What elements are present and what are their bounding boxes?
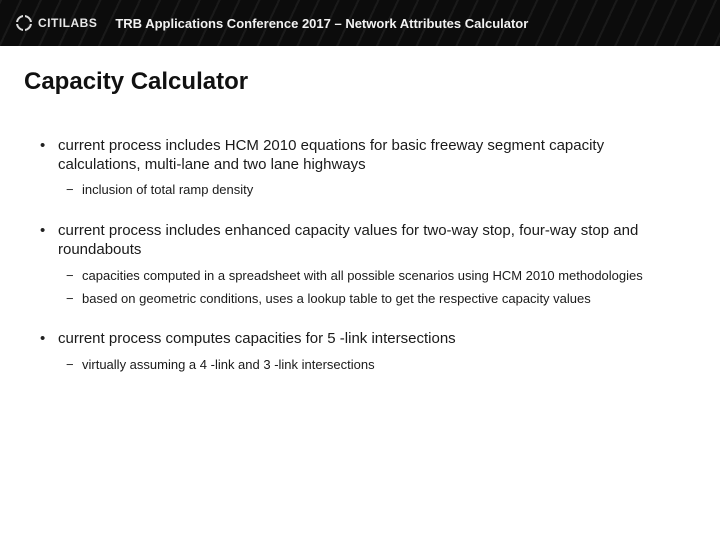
- brand-logo: CITILABS: [16, 15, 97, 31]
- list-item: virtually assuming a 4 -link and 3 -link…: [82, 357, 670, 374]
- sub-list: capacities computed in a spreadsheet wit…: [58, 268, 670, 308]
- bullet-text: virtually assuming a 4 -link and 3 -link…: [82, 357, 375, 372]
- list-item: based on geometric conditions, uses a lo…: [82, 291, 670, 308]
- slide-header: CITILABS TRB Applications Conference 201…: [0, 0, 720, 46]
- list-item: inclusion of total ramp density: [82, 182, 670, 199]
- list-item: current process includes enhanced capaci…: [58, 221, 696, 307]
- slide-content: Capacity Calculator current process incl…: [0, 46, 720, 374]
- logo-globe-icon: [16, 15, 32, 31]
- bullet-text: current process includes HCM 2010 equati…: [58, 137, 604, 173]
- bullet-text: current process includes enhanced capaci…: [58, 222, 638, 258]
- sub-list: inclusion of total ramp density: [58, 182, 670, 199]
- list-item: current process computes capacities for …: [58, 329, 696, 373]
- page-title: Capacity Calculator: [24, 68, 696, 96]
- bullet-text: based on geometric conditions, uses a lo…: [82, 291, 591, 306]
- bullet-text: capacities computed in a spreadsheet wit…: [82, 268, 643, 283]
- bullet-list: current process includes HCM 2010 equati…: [24, 136, 696, 374]
- slide: CITILABS TRB Applications Conference 201…: [0, 0, 720, 540]
- list-item: capacities computed in a spreadsheet wit…: [82, 268, 670, 285]
- list-item: current process includes HCM 2010 equati…: [58, 136, 696, 199]
- sub-list: virtually assuming a 4 -link and 3 -link…: [58, 357, 670, 374]
- bullet-text: inclusion of total ramp density: [82, 182, 253, 197]
- header-title: TRB Applications Conference 2017 – Netwo…: [115, 16, 528, 31]
- brand-name: CITILABS: [38, 16, 97, 30]
- bullet-text: current process computes capacities for …: [58, 330, 456, 347]
